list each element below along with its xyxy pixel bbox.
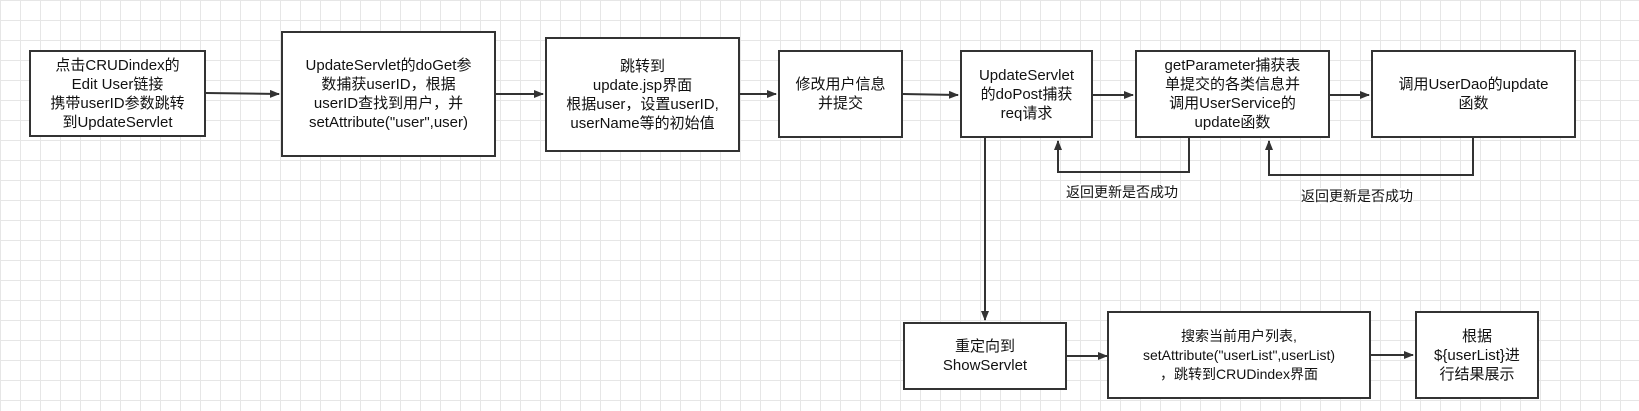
arrow-click-to-doget	[205, 89, 280, 98]
node-modify-submit: 修改用户信息 并提交	[778, 50, 903, 138]
node-redirect-show: 重定向到 ShowServlet	[903, 322, 1067, 390]
node-update-dopost: UpdateServlet 的doPost捕获 req请求	[960, 50, 1093, 138]
edge-label-return-success-1: 返回更新是否成功	[1066, 184, 1178, 200]
arrow-return-getparam-to-dopost	[1054, 138, 1190, 173]
edge-label-return-success-2: 返回更新是否成功	[1301, 188, 1413, 204]
node-click-edit-text: 点击CRUDindex的 Edit User链接 携带userID参数跳转 到Upda…	[50, 56, 185, 131]
node-redirect-show-text: 重定向到 ShowServlet	[942, 338, 1028, 374]
node-userdao-update: 调用UserDao的update 函数	[1371, 50, 1576, 138]
node-search-list: 搜索当前用户列表, setAttribute("userList",userLis…	[1107, 311, 1371, 399]
node-update-dopost-text: UpdateServlet 的doPost捕获 req请求	[978, 66, 1075, 122]
node-display-result-text: 根据 ${userList}进 行结果展示	[1434, 327, 1520, 383]
node-update-doget: UpdateServlet的doGet参 数捕获userID，根据 userID查找…	[281, 31, 496, 157]
node-modify-submit-text: 修改用户信息 并提交	[795, 76, 886, 112]
node-to-update-jsp-text: 跳转到 update.jsp界面 根据user，设置userID, userName等…	[566, 57, 719, 132]
node-update-doget-text: UpdateServlet的doGet参 数捕获userID，根据 userID查找…	[305, 57, 472, 131]
node-get-parameter: getParameter捕获表 单提交的各类信息并 调用UserService的 up…	[1135, 50, 1330, 138]
node-click-edit: 点击CRUDindex的 Edit User链接 携带userID参数跳转 到Upda…	[29, 50, 206, 137]
arrow-return-userdao-to-getparam	[1265, 138, 1474, 176]
node-get-parameter-text: getParameter捕获表 单提交的各类信息并 调用UserService的 up…	[1164, 57, 1301, 131]
arrow-modify-to-dopost	[902, 90, 959, 99]
node-userdao-update-text: 调用UserDao的update 函数	[1398, 76, 1549, 112]
node-display-result: 根据 ${userList}进 行结果展示	[1415, 311, 1539, 399]
node-search-list-text: 搜索当前用户列表, setAttribute("userList",userLis…	[1142, 327, 1335, 382]
node-to-update-jsp: 跳转到 update.jsp界面 根据user，设置userID, userName等…	[545, 37, 740, 152]
